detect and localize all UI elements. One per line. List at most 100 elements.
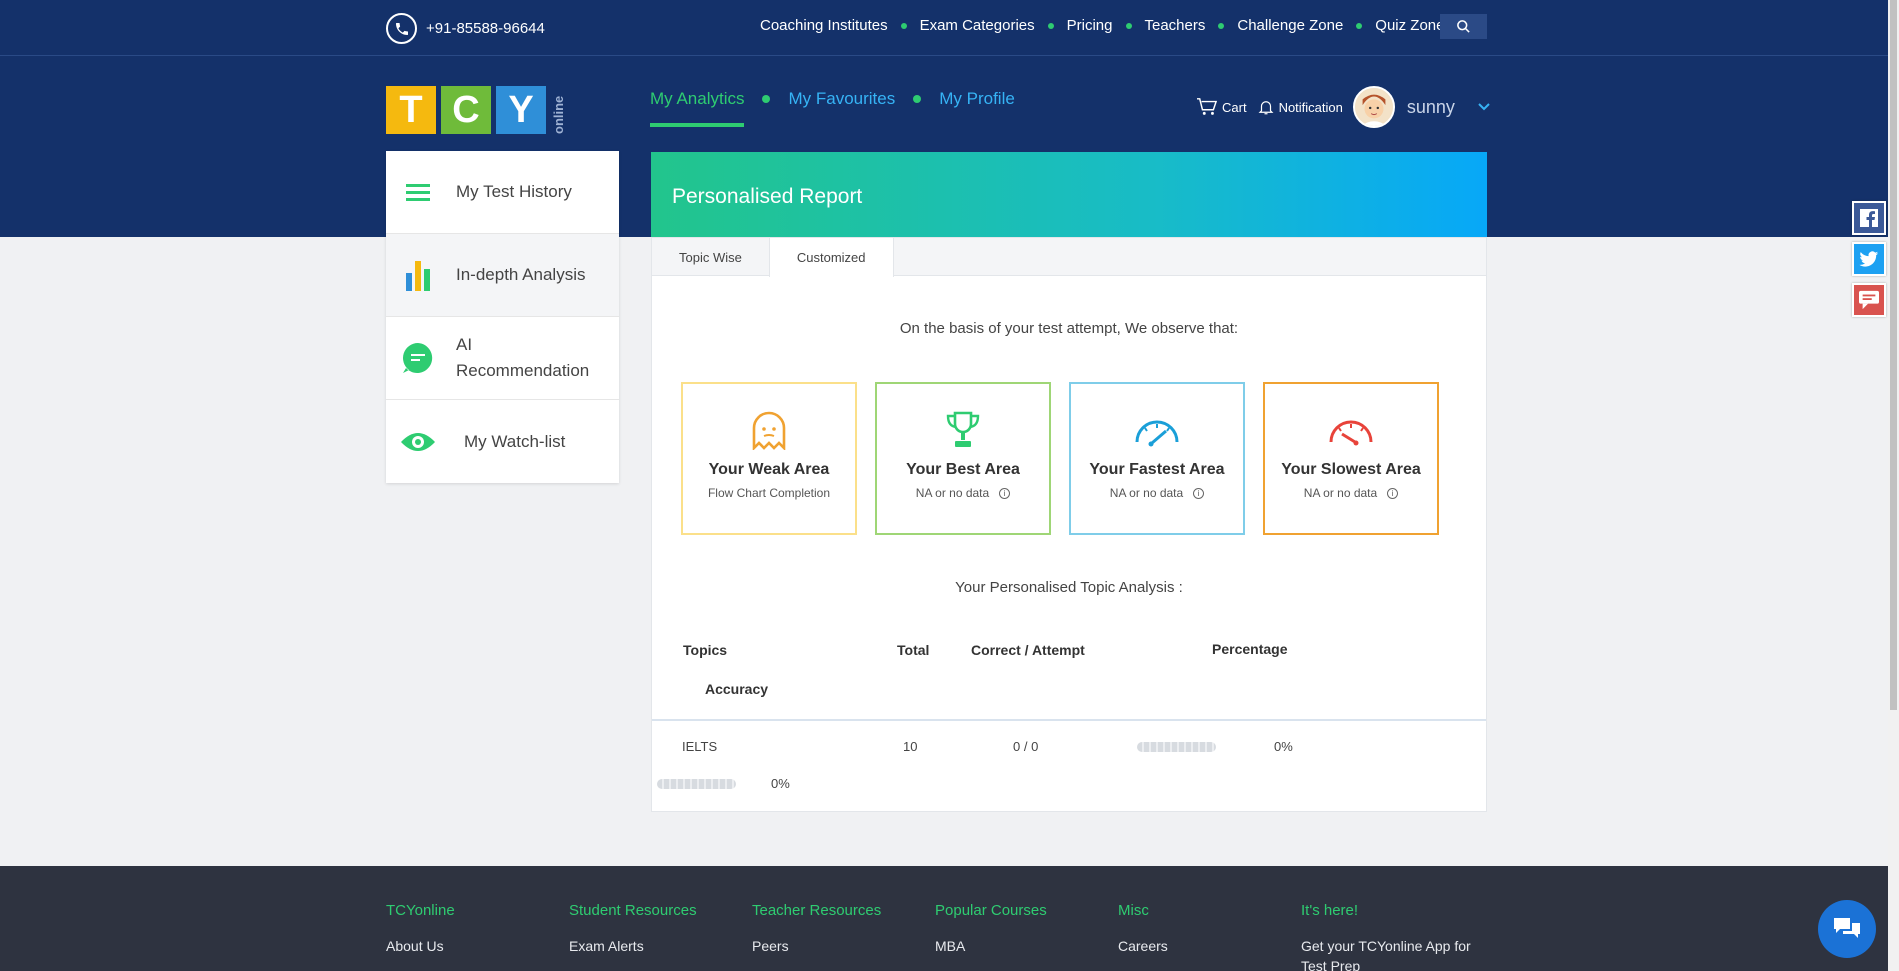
tab-customized[interactable]: Customized [768,238,894,277]
sidebar-item-label: In-depth Analysis [456,265,586,284]
card-value: NA or no data [915,486,990,500]
cell-correct-attempt: 0 / 0 [1013,739,1039,754]
chevron-down-icon[interactable] [1477,102,1491,112]
col-percentage: Percentage [1212,641,1288,657]
table-header: Topics Total Correct / Attempt Percentag… [652,618,1486,721]
footer-link[interactable]: Get your TCYonline App for Test Prep [1301,936,1471,971]
cart-link[interactable]: Cart [1196,97,1247,117]
sidebar-item-watchlist[interactable]: My Watch-list [386,400,619,483]
sidebar-item-label: My Test History [456,182,572,201]
sidebar-item-label: AI Recommendation [456,335,590,380]
avatar[interactable] [1352,86,1395,128]
footer-heading: Teacher Resources [752,902,882,919]
weak-area-card[interactable]: Your Weak Area Flow Chart Completion [681,382,857,535]
footer-col-popular-courses: Popular Courses MBA [935,902,1105,956]
twitter-share[interactable] [1852,242,1886,276]
slowest-area-card[interactable]: Your Slowest Area NA or no data i [1263,382,1439,535]
sidebar-item-ai-recommendation[interactable]: AI Recommendation [386,317,619,400]
card-title: Your Slowest Area [1281,461,1421,478]
facebook-share[interactable] [1852,201,1886,235]
tcy-logo[interactable]: T C Y online [386,86,566,134]
footer-heading: It's here! [1301,902,1359,919]
footer-heading: Popular Courses [935,902,1047,919]
nav-pricing[interactable]: Pricing [1067,17,1113,34]
nav-teachers[interactable]: Teachers [1145,17,1206,34]
nav-quiz-zone[interactable]: Quiz Zone [1375,17,1444,34]
bell-icon [1258,101,1274,115]
ghost-icon [752,411,786,450]
footer-heading: Misc [1118,902,1149,919]
report-panel: Topic Wise Customized On the basis of yo… [651,237,1487,812]
cart-label: Cart [1222,99,1247,115]
logo-letter-c: C [441,86,491,134]
tab-my-profile[interactable]: My Profile [939,89,1015,109]
cell-total: 10 [903,739,918,754]
col-total: Total [897,642,930,658]
footer-col-app: It's here! Get your TCYonline App for Te… [1301,902,1471,971]
footer-link[interactable]: Exam Alerts [569,936,739,956]
search-icon [1457,20,1470,33]
phone-number: +91-85588-96644 [426,20,545,37]
speedometer-fast-icon [1135,420,1179,447]
scrollbar-thumb[interactable] [1890,0,1897,710]
tab-my-analytics[interactable]: My Analytics [650,89,745,127]
report-title: Personalised Report [672,185,863,208]
best-area-card[interactable]: Your Best Area NA or no data i [875,382,1051,535]
nav-separator [1218,22,1225,29]
nav-separator [1047,22,1054,29]
speedometer-slow-icon [1329,420,1373,446]
nav-separator [762,95,771,103]
report-header: Personalised Report [651,152,1487,237]
footer-col-student-resources: Student Resources Exam Alerts [569,902,739,956]
tab-my-favourites[interactable]: My Favourites [788,89,895,109]
card-value-row: NA or no data i [915,486,1011,500]
footer-link[interactable]: Careers [1118,936,1288,956]
footer-col-misc: Misc Careers [1118,902,1288,956]
tab-topic-wise[interactable]: Topic Wise [652,238,769,276]
sidebar-item-test-history[interactable]: My Test History [386,151,619,234]
facebook-icon [1860,209,1878,227]
card-value-row: NA or no data i [1304,486,1399,500]
cell-accuracy: 0% [771,776,790,791]
phone-contact[interactable]: +91-85588-96644 [386,13,545,44]
col-topics: Topics [683,642,728,658]
footer-link[interactable]: About Us [386,936,556,956]
sidebar-item-indepth-analysis[interactable]: In-depth Analysis [386,234,619,317]
nav-separator [913,95,922,103]
sidebar-item-label: My Watch-list [464,431,566,451]
info-icon[interactable]: i [999,487,1011,499]
footer-link[interactable]: Peers [752,936,922,956]
notification-label: Notification [1278,99,1343,115]
cell-topic: IELTS [682,739,718,754]
menu-icon [398,182,438,202]
top-navigation: Coaching Institutes Exam Categories Pric… [760,17,1445,34]
info-icon[interactable]: i [1193,487,1205,499]
footer-heading: TCYonline [386,902,455,919]
card-value: Flow Chart Completion [707,486,831,500]
trophy-icon [946,411,980,447]
top-bar: +91-85588-96644 Coaching Institutes Exam… [0,0,1888,56]
footer: TCYonline About Us Student Resources Exa… [0,866,1888,971]
chat-bubble-icon [398,341,438,375]
footer-link[interactable]: MBA [935,936,1105,956]
col-correct-attempt: Correct / Attempt [971,642,1085,658]
card-value: NA or no data [1109,486,1184,500]
notification-link[interactable]: Notification [1257,97,1343,117]
user-nav: Cart Notification sunny [1196,86,1491,128]
chat-bubbles-icon [1834,918,1860,938]
feedback-button[interactable] [1852,283,1886,317]
nav-challenge-zone[interactable]: Challenge Zone [1237,17,1343,34]
card-value-row: NA or no data i [1109,486,1205,500]
live-chat-button[interactable] [1818,900,1876,958]
fastest-area-card[interactable]: Your Fastest Area NA or no data i [1069,382,1245,535]
footer-col-teacher-resources: Teacher Resources Peers [752,902,922,956]
username[interactable]: sunny [1407,97,1455,118]
info-icon[interactable]: i [1387,487,1399,499]
accuracy-bar [657,779,736,789]
eye-icon [398,430,438,454]
card-title: Your Best Area [906,461,1020,478]
analytics-nav: My Analytics My Favourites My Profile [650,89,1015,127]
search-button[interactable] [1440,14,1487,39]
nav-exam-categories[interactable]: Exam Categories [920,17,1035,34]
nav-coaching-institutes[interactable]: Coaching Institutes [760,17,888,34]
